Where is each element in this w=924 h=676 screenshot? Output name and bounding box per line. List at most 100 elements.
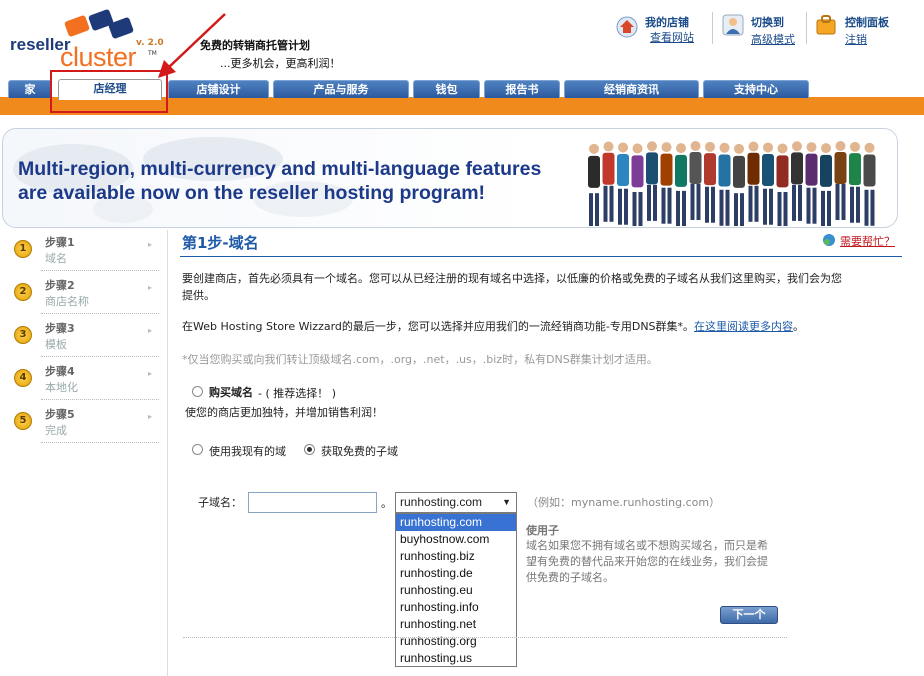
read-more-link[interactable]: 在这里阅读更多内容 [694, 320, 793, 333]
advanced-mode-link[interactable]: 高级模式 [751, 31, 795, 47]
step-number-badge: 3 [14, 326, 32, 344]
domain-option[interactable]: runhosting.us [396, 650, 516, 667]
domain-option[interactable]: runhosting.eu [396, 582, 516, 599]
person-figure [660, 142, 673, 224]
person-figure [747, 141, 760, 222]
hint-title: 使用子 [526, 524, 559, 537]
person-figure [588, 143, 600, 226]
step-subtitle: 完成 [45, 424, 67, 437]
banner-line2: are available now on the reseller hostin… [18, 182, 486, 204]
person-figure [617, 142, 629, 225]
chevron-right-icon: ▸ [148, 326, 153, 335]
switch-title: 切换到 [751, 16, 784, 29]
chevron-right-icon: ▸ [148, 369, 153, 378]
user-switch-icon[interactable] [722, 14, 744, 36]
existing-domain-label: 使用我现有的域 [209, 445, 286, 458]
logo-cube-icon [64, 9, 134, 39]
domain-select-value: runhosting.com [400, 495, 483, 509]
domain-dropdown-list: runhosting.com buyhostnow.com runhosting.b… [395, 513, 517, 667]
tab-home[interactable]: 家 [8, 80, 52, 98]
chevron-down-icon: ▼ [502, 497, 511, 507]
tab-reports[interactable]: 报告书 [484, 80, 560, 98]
tab-store-design[interactable]: 店铺设计 [168, 80, 269, 98]
bottom-divider [183, 637, 787, 638]
step-divider [41, 356, 159, 357]
dot-separator: 。 [381, 497, 392, 510]
person-figure [602, 141, 615, 222]
tab-support-center[interactable]: 支持中心 [703, 80, 809, 98]
step-title: 步骤5 [45, 408, 75, 421]
step-item[interactable]: 1 步骤1 域名 ▸ [12, 232, 162, 272]
separator [806, 12, 807, 44]
person-figure [675, 143, 687, 226]
buy-domain-recommend: - ( 推荐选择！ ) [258, 387, 337, 400]
domain-option[interactable]: buyhostnow.com [396, 531, 516, 548]
person-figure [718, 142, 731, 226]
title-underline [180, 256, 902, 257]
person-figure [820, 143, 832, 226]
tab-wallet[interactable]: 钱包 [413, 80, 480, 98]
logo-cluster-text: cluster [60, 42, 137, 72]
step-item[interactable]: 3 步骤3 模板 ▸ [12, 318, 162, 358]
banner-headline: Multi-region, multi-currency and multi-l… [18, 157, 541, 205]
control-panel-icon[interactable] [815, 14, 837, 36]
step-subtitle: 商店名称 [45, 295, 89, 308]
step-number-badge: 4 [14, 369, 32, 387]
person-figure [733, 143, 745, 226]
separator [712, 12, 713, 44]
step-title: 步骤1 [45, 236, 75, 249]
subdomain-label: 子域名： [198, 496, 242, 509]
step-item[interactable]: 4 步骤4 本地化 ▸ [12, 361, 162, 401]
step-divider [41, 399, 159, 400]
next-button[interactable]: 下一个 [720, 606, 778, 624]
step-subtitle: 本地化 [45, 381, 78, 394]
intro-paragraph: 要创建商店，首先必须具有一个域名。您可以从已经注册的现有域名中选择，以低廉的价格… [182, 270, 904, 304]
step-divider [41, 442, 159, 443]
dns-note: *仅当您购买或向我们转让顶级域名.com，.org，.net，.us，.biz时… [182, 353, 658, 366]
tagline-line2: ...更多机会，更高利润！ [220, 57, 341, 70]
radio-buy-domain[interactable] [192, 386, 203, 397]
dns-end: 。 [793, 320, 805, 333]
step-title: 步骤3 [45, 322, 75, 335]
logout-link[interactable]: 注销 [845, 31, 867, 47]
help-link[interactable]: 需要帮忙？ [840, 233, 895, 249]
control-panel-title: 控制面板 [845, 16, 889, 29]
step-subtitle: 域名 [45, 252, 67, 265]
help-icon[interactable] [822, 233, 836, 247]
domain-select[interactable]: runhosting.com ▼ [395, 492, 517, 513]
domain-option[interactable]: runhosting.net [396, 616, 516, 633]
tab-products-services[interactable]: 产品与服务 [273, 80, 409, 98]
person-figure [762, 142, 774, 225]
subdomain-input[interactable] [248, 492, 377, 513]
domain-option[interactable]: runhosting.biz [396, 548, 516, 565]
domain-option[interactable]: runhosting.info [396, 599, 516, 616]
hint-text: 域名如果您不拥有域名或不想购买域名，而只是希望有免费的替代品来开始您的在线业务，… [526, 539, 768, 584]
highlight-box [50, 70, 168, 113]
chevron-right-icon: ▸ [148, 412, 153, 421]
banner-line1: Multi-region, multi-currency and multi-l… [18, 158, 542, 180]
buy-domain-desc: 使您的商店更加独特，并增加销售利润！ [185, 406, 383, 419]
step-divider [41, 313, 159, 314]
tab-reseller-news[interactable]: 经销商资讯 [564, 80, 699, 98]
step-title: 步骤4 [45, 365, 75, 378]
person-figure [646, 141, 658, 221]
step-title: 步骤2 [45, 279, 75, 292]
step-number-badge: 2 [14, 283, 32, 301]
view-site-link[interactable]: 查看网站 [650, 29, 694, 45]
step-divider [41, 270, 159, 271]
person-figure [849, 141, 861, 223]
home-store-icon[interactable] [616, 16, 638, 38]
domain-option[interactable]: runhosting.org [396, 633, 516, 650]
buy-domain-label: 购买域名 [209, 386, 253, 399]
person-figure [805, 142, 818, 224]
step-item[interactable]: 5 步骤5 完成 ▸ [12, 404, 162, 444]
my-store-title: 我的店铺 [645, 16, 689, 29]
person-figure [704, 141, 716, 223]
domain-option[interactable]: runhosting.com [396, 514, 516, 531]
person-figure [631, 143, 644, 226]
domain-option[interactable]: runhosting.de [396, 565, 516, 582]
step-item[interactable]: 2 步骤2 商店名称 ▸ [12, 275, 162, 315]
example-hint: （例如：myname.runhosting.com） [527, 496, 721, 509]
radio-existing-domain[interactable] [192, 444, 203, 455]
radio-free-subdomain[interactable] [304, 444, 315, 455]
